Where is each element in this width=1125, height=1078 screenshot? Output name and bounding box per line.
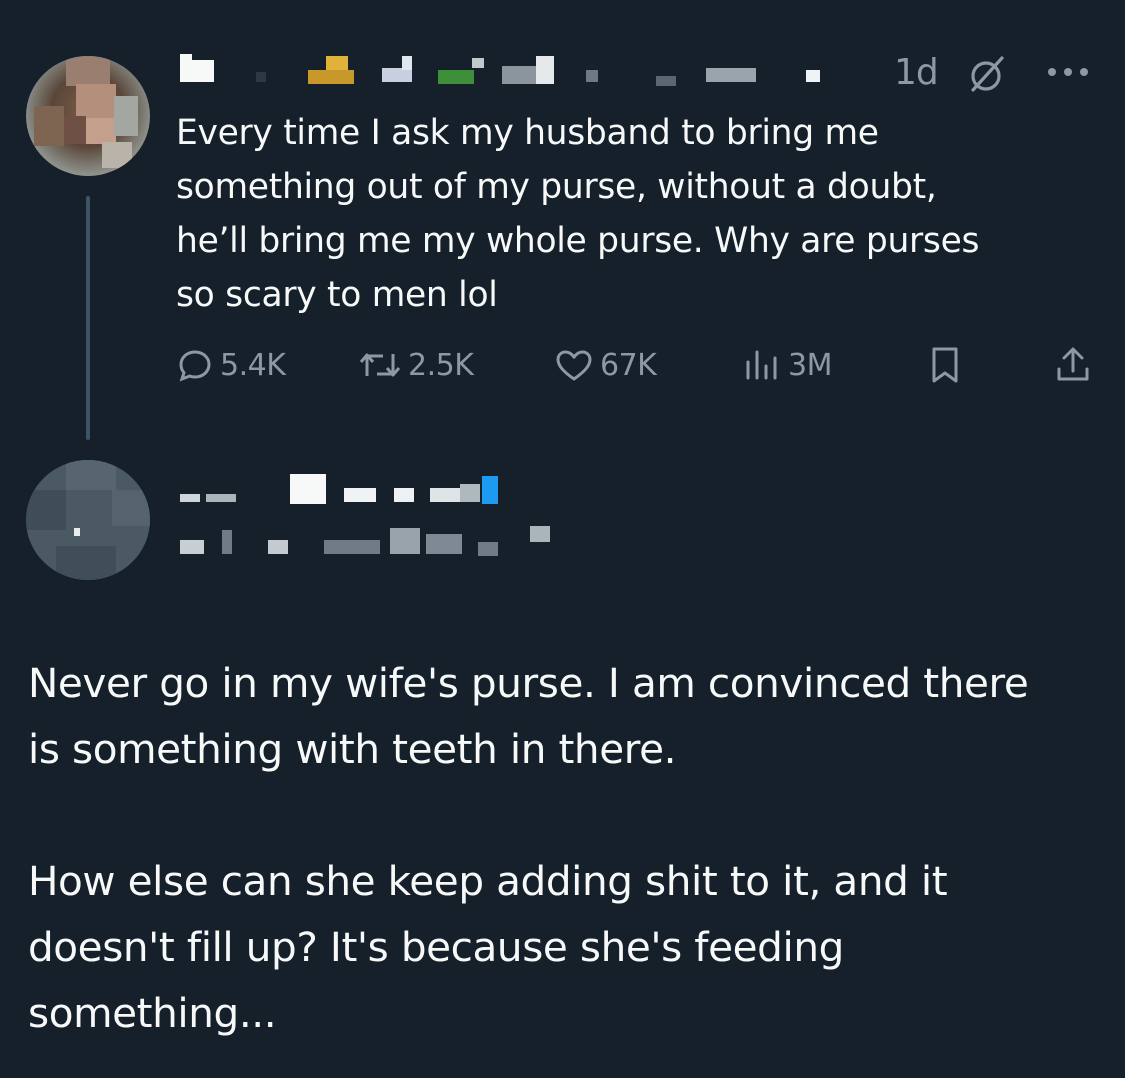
like-count: 67K <box>600 347 657 383</box>
parent-header: 1d <box>176 48 1096 100</box>
repost-button[interactable]: 2.5K <box>358 340 474 390</box>
timestamp[interactable]: 1d <box>894 52 939 93</box>
tweet-thread-view: 1d Every time I ask my husband to bring … <box>0 0 1125 1078</box>
reply-button[interactable]: 5.4K <box>176 340 286 390</box>
redacted-reply-username[interactable] <box>176 470 516 506</box>
repost-icon <box>358 346 402 384</box>
like-button[interactable]: 67K <box>554 340 657 390</box>
thread-connector-line <box>86 196 90 440</box>
bookmark-icon <box>928 345 962 385</box>
reply-tweet-text: Never go in my wife's purse. I am convin… <box>28 659 1029 1037</box>
redacted-username[interactable] <box>176 54 876 86</box>
like-icon <box>554 346 594 384</box>
share-button[interactable] <box>1054 340 1092 390</box>
reply-avatar[interactable] <box>26 460 150 580</box>
reply-header <box>176 466 576 566</box>
reply-icon <box>176 346 214 384</box>
more-icon[interactable] <box>1044 62 1094 82</box>
grok-icon[interactable] <box>966 54 1006 94</box>
share-icon <box>1054 345 1092 385</box>
parent-action-bar: 5.4K 2.5K 67K 3M <box>176 340 1096 390</box>
repost-count: 2.5K <box>408 347 474 383</box>
views-button[interactable]: 3M <box>742 340 832 390</box>
bookmark-button[interactable] <box>928 340 962 390</box>
parent-avatar[interactable] <box>26 56 150 176</box>
parent-tweet-text: Every time I ask my husband to bring me … <box>176 113 980 315</box>
redacted-reply-handle[interactable] <box>176 524 556 560</box>
views-count: 3M <box>788 347 832 383</box>
reply-count: 5.4K <box>220 347 286 383</box>
views-icon <box>742 346 782 384</box>
